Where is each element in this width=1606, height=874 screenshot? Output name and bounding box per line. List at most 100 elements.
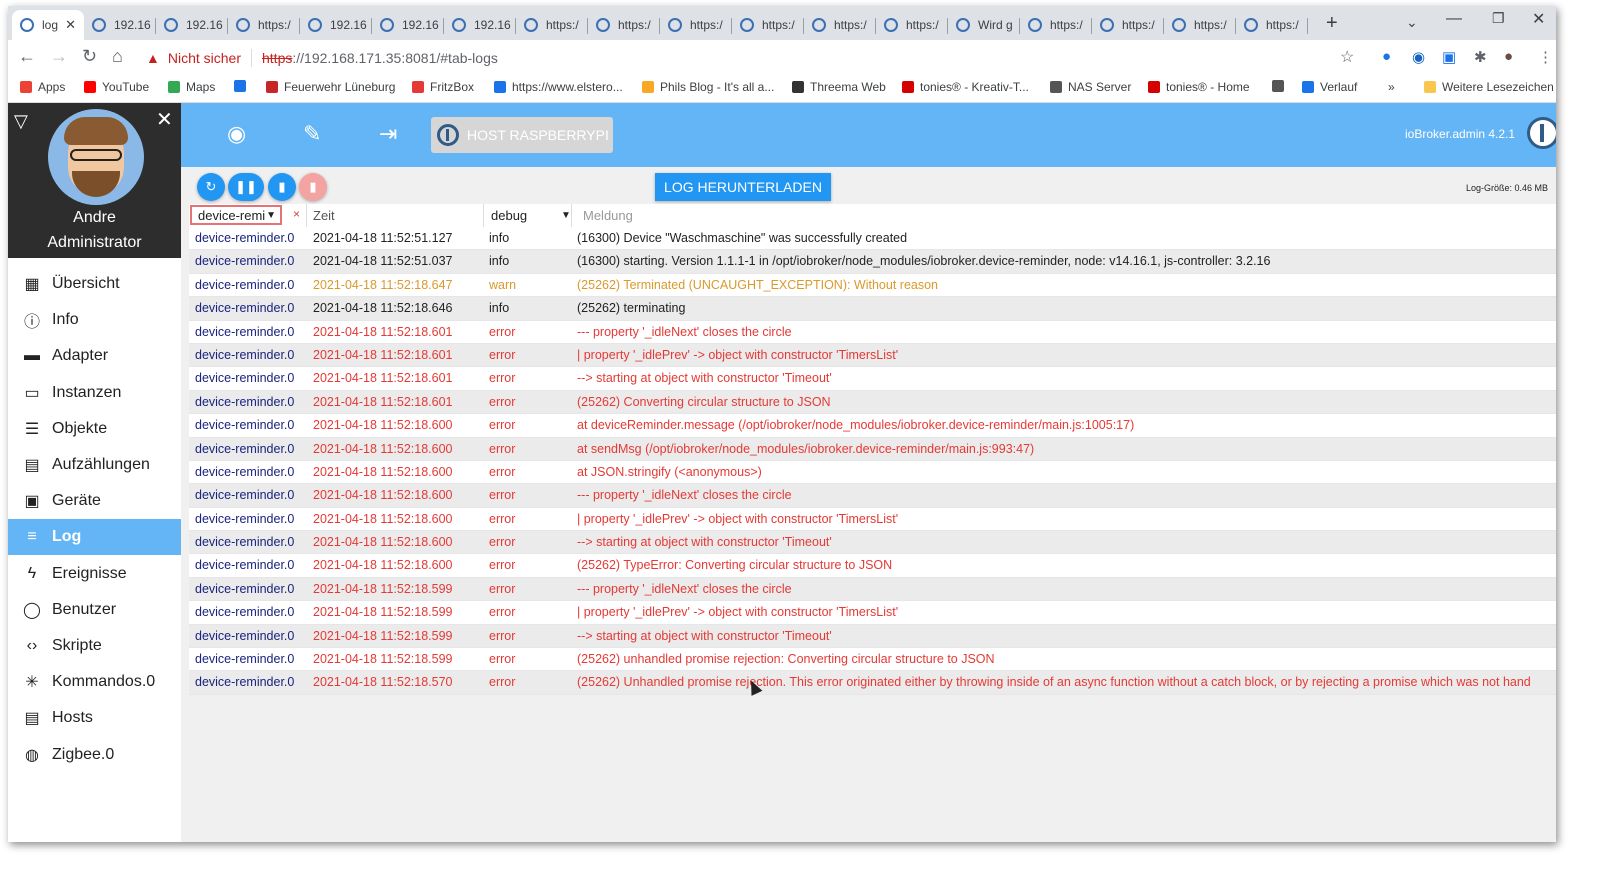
- source-filter-select[interactable]: device-remi ▼: [190, 205, 282, 225]
- restore-icon[interactable]: ❐: [1492, 10, 1505, 27]
- bookmark-item[interactable]: Phils Blog - It's all a...: [642, 80, 774, 94]
- bookmark-item[interactable]: Verlauf: [1302, 80, 1357, 94]
- browser-tab[interactable]: log ✕: [12, 10, 84, 40]
- browser-tab[interactable]: https:/: [1236, 10, 1308, 40]
- sidebar-item-log[interactable]: ≡ Log: [8, 519, 181, 556]
- password-extension-icon[interactable]: ◉: [1412, 48, 1425, 66]
- close-sidebar-icon[interactable]: ✕: [156, 107, 173, 132]
- table-row[interactable]: device-reminder.0 2021-04-18 11:52:18.599…: [189, 577, 1556, 602]
- sidebar-item-skripte[interactable]: ‹› Skripte: [8, 628, 181, 664]
- browser-tab[interactable]: https:/: [876, 10, 948, 40]
- browser-tab[interactable]: https:/: [804, 10, 876, 40]
- bookmark-item[interactable]: Threema Web: [792, 80, 886, 94]
- reload-icon[interactable]: ↻: [82, 46, 97, 67]
- browser-tab[interactable]: 192.16: [372, 10, 444, 40]
- forward-icon[interactable]: →: [50, 46, 68, 67]
- back-icon[interactable]: ←: [18, 46, 36, 67]
- browser-tab[interactable]: https:/: [228, 10, 300, 40]
- bookmark-item[interactable]: Feuerwehr Lüneburg: [266, 80, 395, 94]
- browser-tab[interactable]: https:/: [1020, 10, 1092, 40]
- delete-button[interactable]: ▮: [268, 173, 296, 201]
- table-row[interactable]: device-reminder.0 2021-04-18 11:52:18.601…: [189, 320, 1556, 344]
- bookmark-item[interactable]: https://www.elstero...: [494, 80, 623, 94]
- bookmark-item[interactable]: Maps: [168, 80, 215, 94]
- profile-avatar-icon[interactable]: ●: [1504, 48, 1513, 65]
- sidebar-item-zigbee-0[interactable]: ◍ Zigbee.0: [8, 737, 181, 773]
- browser-tab[interactable]: https:/: [1164, 10, 1236, 40]
- table-row[interactable]: device-reminder.0 2021-04-18 11:52:18.600…: [189, 414, 1556, 438]
- address-bar[interactable]: ▲ Nicht sicher https ://192.168.171.35:8…: [140, 44, 1364, 72]
- menu-kebab-icon[interactable]: ⋮: [1538, 48, 1553, 66]
- table-row[interactable]: device-reminder.0 2021-04-18 11:52:18.599…: [189, 648, 1556, 672]
- table-row[interactable]: device-reminder.0 2021-04-18 11:52:18.647…: [189, 273, 1556, 298]
- minimize-icon[interactable]: —: [1446, 10, 1462, 28]
- sidebar-item-kommandos-0[interactable]: ✳ Kommandos.0: [8, 664, 181, 700]
- close-tab-icon[interactable]: ✕: [65, 17, 76, 33]
- home-icon[interactable]: ⌂: [112, 46, 123, 67]
- table-row[interactable]: device-reminder.0 2021-04-18 11:52:18.601…: [189, 343, 1556, 368]
- close-window-icon[interactable]: ✕: [1532, 9, 1545, 29]
- sidebar-item-aufzählungen[interactable]: ▤ Aufzählungen: [8, 447, 181, 483]
- level-filter-select[interactable]: debug: [491, 208, 527, 223]
- sidebar-item-objekte[interactable]: ☰ Objekte: [8, 411, 181, 447]
- browser-tab[interactable]: https:/: [660, 10, 732, 40]
- tab-search-icon[interactable]: ⌄: [1406, 14, 1418, 31]
- translate-extension-icon[interactable]: ▣: [1442, 48, 1456, 66]
- table-row[interactable]: device-reminder.0 2021-04-18 11:52:51.037…: [189, 250, 1556, 274]
- host-button[interactable]: HOST RASPBERRYPI: [431, 117, 613, 153]
- more-bookmarks-icon[interactable]: »: [1388, 80, 1395, 94]
- table-row[interactable]: device-reminder.0 2021-04-18 11:52:18.600…: [189, 437, 1556, 461]
- extensions-icon[interactable]: ✱: [1474, 48, 1487, 66]
- browser-tab[interactable]: https:/: [516, 10, 588, 40]
- table-row[interactable]: device-reminder.0 2021-04-18 11:52:18.600…: [189, 484, 1556, 508]
- bookmark-item[interactable]: YouTube: [84, 80, 149, 94]
- table-row[interactable]: device-reminder.0 2021-04-18 11:52:51.127…: [189, 227, 1556, 251]
- sidebar-item-benutzer[interactable]: ◯ Benutzer: [8, 592, 181, 628]
- table-row[interactable]: device-reminder.0 2021-04-18 11:52:18.570…: [189, 671, 1556, 695]
- security-label[interactable]: Nicht sicher: [168, 50, 241, 66]
- refresh-button[interactable]: ↻: [197, 173, 225, 201]
- other-bookmarks[interactable]: Weitere Lesezeichen: [1424, 80, 1554, 94]
- download-log-button[interactable]: LOG HERUNTERLADEN: [655, 173, 831, 201]
- browser-tab[interactable]: https:/: [588, 10, 660, 40]
- delete-all-button[interactable]: ▮: [299, 173, 327, 201]
- bookmark-item[interactable]: FritzBox: [412, 80, 474, 94]
- browser-tab[interactable]: 192.16: [84, 10, 156, 40]
- bookmark-item[interactable]: tonies® - Kreativ-T...: [902, 80, 1029, 94]
- sidebar-item-hosts[interactable]: ▤ Hosts: [8, 700, 181, 736]
- level-chevron-down-icon[interactable]: ▼: [561, 210, 571, 221]
- table-row[interactable]: device-reminder.0 2021-04-18 11:52:18.600…: [189, 507, 1556, 532]
- table-row[interactable]: device-reminder.0 2021-04-18 11:52:18.601…: [189, 367, 1556, 391]
- sidebar-item-info[interactable]: ⓘ Info: [8, 302, 181, 338]
- bookmark-item[interactable]: NAS Server: [1050, 80, 1131, 94]
- table-row[interactable]: device-reminder.0 2021-04-18 11:52:18.600…: [189, 460, 1556, 485]
- browser-tab[interactable]: https:/: [732, 10, 804, 40]
- warning-icon[interactable]: ▲: [146, 50, 160, 66]
- star-icon[interactable]: ☆: [1340, 47, 1354, 67]
- bookmark-item[interactable]: Apps: [20, 80, 65, 94]
- table-row[interactable]: device-reminder.0 2021-04-18 11:52:18.599…: [189, 601, 1556, 625]
- table-row[interactable]: device-reminder.0 2021-04-18 11:52:18.646…: [189, 297, 1556, 321]
- table-row[interactable]: device-reminder.0 2021-04-18 11:52:18.600…: [189, 554, 1556, 578]
- bookmark-item[interactable]: [234, 80, 252, 92]
- bookmark-item[interactable]: tonies® - Home: [1148, 80, 1250, 94]
- collapse-triangle-icon[interactable]: ▽: [14, 111, 28, 132]
- sidebar-item-ereignisse[interactable]: ϟ Ereignisse: [8, 556, 181, 592]
- sidebar-item-instanzen[interactable]: ▭ Instanzen: [8, 375, 181, 411]
- clear-filter-icon[interactable]: ×: [293, 207, 300, 221]
- sidebar-item-adapter[interactable]: ▬ Adapter: [8, 338, 181, 374]
- sidebar-item-geräte[interactable]: ▣ Geräte: [8, 483, 181, 519]
- logout-icon[interactable]: ⇥: [379, 121, 397, 147]
- pause-button[interactable]: ❚❚: [228, 173, 264, 201]
- wrench-icon[interactable]: ✎: [303, 121, 321, 147]
- chat-extension-icon[interactable]: ●: [1382, 48, 1391, 65]
- browser-tab[interactable]: 192.16: [300, 10, 372, 40]
- new-tab-button[interactable]: +: [1326, 12, 1338, 35]
- browser-tab[interactable]: 192.16: [444, 10, 516, 40]
- bookmark-item[interactable]: [1272, 80, 1290, 92]
- table-row[interactable]: device-reminder.0 2021-04-18 11:52:18.601…: [189, 390, 1556, 415]
- browser-tab[interactable]: 192.16: [156, 10, 228, 40]
- browser-tab[interactable]: https:/: [1092, 10, 1164, 40]
- browser-tab[interactable]: Wird g: [948, 10, 1020, 40]
- table-row[interactable]: device-reminder.0 2021-04-18 11:52:18.600…: [189, 531, 1556, 555]
